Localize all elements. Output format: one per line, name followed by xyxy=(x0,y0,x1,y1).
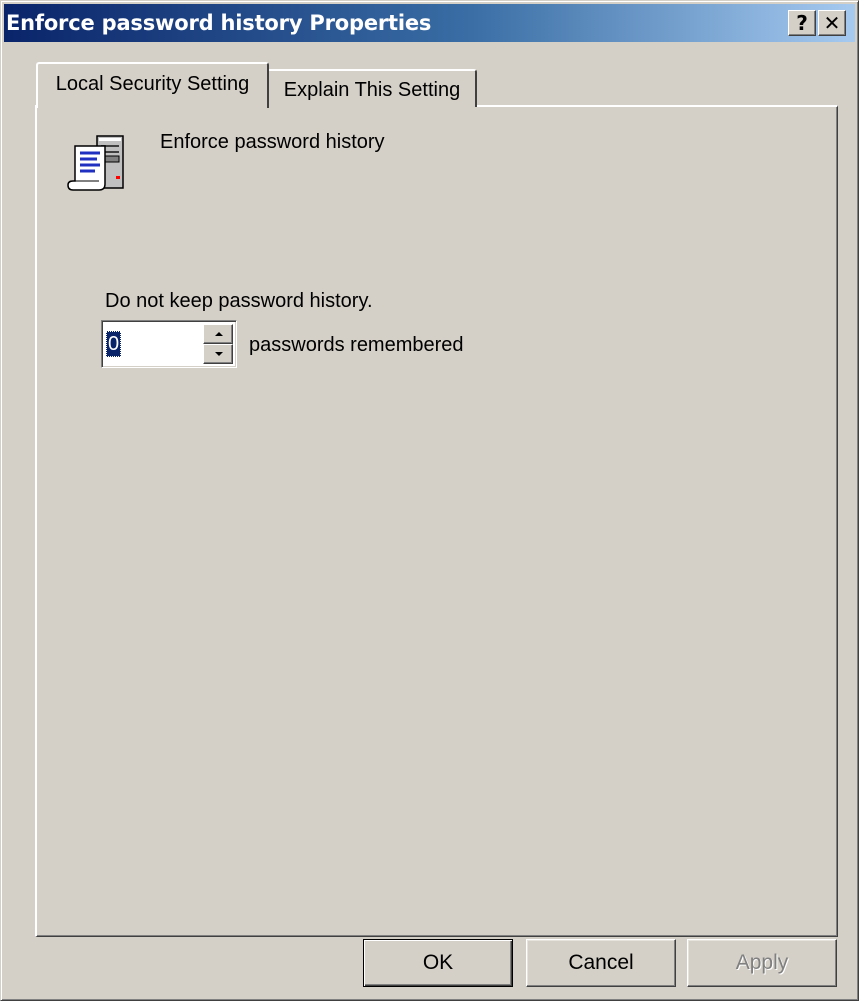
setting-description: Do not keep password history. xyxy=(105,290,373,312)
tab-label: Explain This Setting xyxy=(283,78,461,101)
ok-button-label: OK xyxy=(422,951,454,974)
help-icon: ? xyxy=(796,11,808,35)
apply-button[interactable]: Apply xyxy=(687,939,837,987)
cancel-button-label: Cancel xyxy=(568,951,634,974)
tab-label: Local Security Setting xyxy=(55,72,250,95)
spin-down-button[interactable] xyxy=(203,344,233,364)
ok-button[interactable]: OK xyxy=(363,939,513,987)
tab-local-security-setting[interactable]: Local Security Setting xyxy=(36,62,269,108)
close-icon: ✕ xyxy=(823,11,841,35)
properties-dialog: Enforce password history Properties ? ✕ … xyxy=(0,0,859,1001)
spin-up-button[interactable] xyxy=(203,324,233,344)
security-policy-icon xyxy=(67,135,124,191)
cancel-button[interactable]: Cancel xyxy=(526,939,676,987)
apply-button-label: Apply xyxy=(735,951,789,974)
window-title: Enforce password history Properties xyxy=(6,11,432,35)
passwords-remembered-label: passwords remembered xyxy=(249,334,464,356)
passwords-remembered-stepper[interactable]: 0 xyxy=(101,320,237,368)
tab-panel xyxy=(35,105,838,937)
close-button[interactable]: ✕ xyxy=(818,10,846,36)
tab-explain-this-setting[interactable]: Explain This Setting xyxy=(269,69,477,107)
policy-name: Enforce password history xyxy=(160,131,385,153)
passwords-remembered-input[interactable]: 0 xyxy=(106,331,122,357)
help-button[interactable]: ? xyxy=(788,10,816,36)
title-bar[interactable]: Enforce password history Properties ? ✕ xyxy=(4,4,855,42)
